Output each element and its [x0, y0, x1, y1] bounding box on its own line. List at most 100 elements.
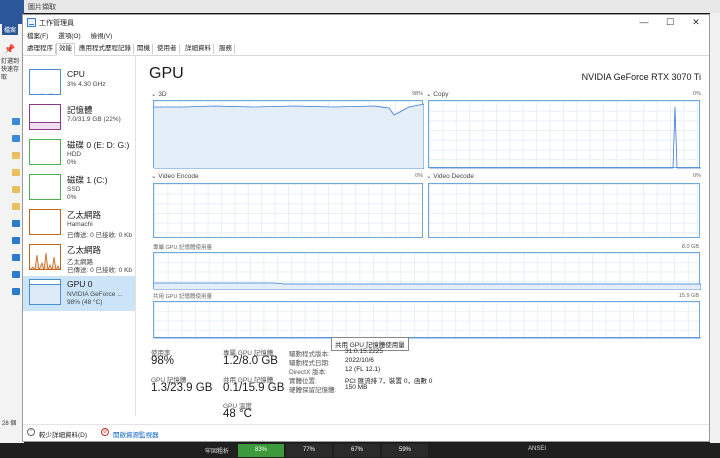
drive-icon[interactable] [12, 254, 20, 261]
sidebar-item-detail: Hamachi [67, 221, 93, 228]
sidebar-item-detail: 98% (48 °C) [67, 299, 103, 306]
sidebar-item-detail: 已傳送: 0 已接收: 0 Kb [67, 267, 133, 274]
directx-value: 12 (FL 12.1) [345, 366, 381, 373]
ethernet-thumbnail [29, 209, 61, 235]
sidebar-item-label: 乙太網路 [67, 210, 102, 220]
sidebar-item-detail: 已傳送: 0 已接收: 0 Kb [67, 232, 133, 239]
shared-memory-max: 15.9 GB [678, 293, 699, 299]
engine-3d-label[interactable]: ⌄ 3D [151, 90, 167, 98]
folder-icon[interactable] [12, 135, 20, 142]
engine-encode-value: 0% [415, 173, 423, 179]
folder-icon[interactable] [12, 118, 20, 125]
menu-options[interactable]: 選項(O) [58, 31, 80, 42]
background-title: 圖片擷取 [28, 4, 56, 11]
menu-view[interactable]: 檢視(V) [91, 31, 113, 42]
sidebar-item-detail: SSD [67, 186, 81, 193]
sidebar-item-detail: 3% 4.30 GHz [67, 81, 106, 88]
tab-performance[interactable]: 效能 [56, 43, 75, 56]
footer-bar: ⌃ 較少詳細資料(D) ⊘ 開啟資源監視器 [23, 424, 709, 443]
engine-encode-name[interactable]: Video Encode [158, 173, 198, 180]
task-manager-window: 工作管理員 — ☐ ✕ 檔案(F) 選項(O) 檢視(V) 處理程序 效能 應用… [22, 14, 710, 442]
background-edge [710, 13, 720, 443]
sidebar-item-cpu[interactable]: CPU 3% 4.30 GHz [23, 66, 135, 101]
sidebar-item-detail: 0% [67, 159, 77, 166]
background-explorer-pane: 檔案 📌 釘選到快速存取 28 個 [0, 0, 24, 458]
disk-0-thumbnail [29, 139, 61, 165]
taskbar-meter: 67% [334, 444, 380, 457]
engine-copy-graph [428, 100, 701, 169]
engine-decode-value: 0% [693, 173, 701, 179]
folder-icon[interactable] [12, 203, 20, 210]
tab-processes[interactable]: 處理程序 [25, 44, 56, 54]
ethernet-thumbnail [29, 244, 61, 270]
sidebar-item-label: GPU 0 [67, 279, 93, 289]
sidebar-item-disk-0[interactable]: 磁碟 0 (E: D: G:) HDD 0% [23, 136, 135, 171]
pin-label: 釘選到快速存取 [1, 59, 20, 81]
folder-icon[interactable] [12, 152, 20, 159]
gpu-mem-value: 1.3/23.9 GB [151, 382, 213, 394]
resource-monitor-icon[interactable]: ⊘ [101, 428, 109, 436]
dedicated-memory-max: 8.0 GB [681, 244, 699, 250]
driver-date-value: 2022/10/6 [345, 357, 374, 364]
pin-icon[interactable]: 📌 [4, 44, 15, 55]
engine-decode-graph [428, 183, 700, 238]
shared-memory-label: 共用 GPU 記憶體使用量 [153, 294, 212, 300]
menu-bar: 檔案(F) 選項(O) 檢視(V) [23, 31, 709, 42]
disk-1-thumbnail [29, 174, 61, 200]
sidebar-item-ethernet[interactable]: 乙太網路 乙太網路 已傳送: 0 已接收: 0 Kb [23, 241, 135, 276]
gpu-temp-value: 48 °C [223, 408, 252, 420]
resource-sidebar: CPU 3% 4.30 GHz 記憶體 7.0/31.9 GB (22%) 磁碟… [23, 56, 136, 416]
sidebar-item-ethernet-hamachi[interactable]: 乙太網路 Hamachi 已傳送: 0 已接收: 0 Kb [23, 206, 135, 241]
dedicated-memory-label: 專屬 GPU 記憶體使用量 [153, 245, 212, 251]
tab-details[interactable]: 詳細資料 [183, 44, 214, 54]
tab-services[interactable]: 服務 [217, 44, 235, 54]
sidebar-item-detail: 7.0/31.9 GB (22%) [67, 116, 121, 123]
engine-decode-name[interactable]: Video Decode [433, 173, 474, 180]
reserved-memory-label: 硬體保留記憶體: [289, 387, 337, 394]
minimize-button[interactable]: — [631, 15, 657, 31]
sidebar-item-label: 磁碟 0 (E: D: G:) [67, 140, 130, 150]
dedicated-memory-graph [153, 252, 701, 290]
explorer-ribbon [0, 0, 24, 24]
sidebar-item-label: CPU [67, 69, 85, 79]
taskbar: 牢固粗析 83% 77% 67% 59% ANSEI [0, 443, 720, 458]
engine-encode-graph [153, 183, 423, 238]
engine-encode-label[interactable]: ⌄ Video Encode [151, 172, 199, 180]
tab-app-history[interactable]: 應用程式歷程記錄 [77, 44, 134, 54]
utilization-value: 98% [151, 355, 175, 367]
sidebar-item-disk-1[interactable]: 磁碟 1 (C:) SSD 0% [23, 171, 135, 206]
gpu-model-name: NVIDIA GeForce RTX 3070 Ti [581, 72, 701, 82]
engine-copy-name[interactable]: Copy [433, 91, 448, 98]
maximize-button[interactable]: ☐ [657, 15, 683, 31]
sidebar-item-memory[interactable]: 記憶體 7.0/31.9 GB (22%) [23, 101, 135, 136]
drive-icon[interactable] [12, 271, 20, 278]
sidebar-item-label: 磁碟 1 (C:) [67, 175, 108, 185]
engine-decode-label[interactable]: ⌄ Video Decode [426, 172, 474, 180]
folder-icon[interactable] [12, 186, 20, 193]
task-manager-icon [27, 18, 36, 27]
tab-users[interactable]: 使用者 [155, 44, 180, 54]
close-button[interactable]: ✕ [683, 15, 709, 31]
taskbar-right-label: ANSEI [528, 446, 547, 452]
title-bar[interactable]: 工作管理員 — ☐ ✕ [23, 15, 709, 31]
fewer-details-link[interactable]: 較少詳細資料(D) [39, 429, 87, 439]
sidebar-item-label: 記憶體 [67, 105, 93, 115]
engine-3d-name[interactable]: 3D [158, 91, 166, 98]
cloud-icon[interactable] [12, 220, 20, 227]
cpu-thumbnail [29, 69, 61, 95]
explorer-file-tab[interactable]: 檔案 [2, 24, 19, 35]
chevron-up-icon[interactable]: ⌃ [27, 428, 35, 436]
open-resource-monitor-link[interactable]: 開啟資源監視器 [113, 429, 159, 439]
menu-file[interactable]: 檔案(F) [27, 31, 48, 42]
folder-icon[interactable] [12, 169, 20, 176]
taskbar-meter: 77% [286, 444, 332, 457]
item-count: 28 個 [2, 421, 17, 427]
sidebar-item-gpu-0[interactable]: GPU 0 NVIDIA GeForce ... 98% (48 °C) [23, 276, 135, 311]
taskbar-label: 牢固粗析 [205, 449, 230, 455]
tab-strip: 處理程序 效能 應用程式歷程記錄 開機 使用者 詳細資料 服務 [23, 43, 709, 56]
pc-icon[interactable] [12, 237, 20, 244]
drive-icon[interactable] [12, 288, 20, 295]
reserved-memory-value: 150 MB [345, 384, 368, 391]
tab-startup[interactable]: 開機 [135, 44, 153, 54]
engine-copy-label[interactable]: ⌄ Copy [426, 90, 448, 98]
